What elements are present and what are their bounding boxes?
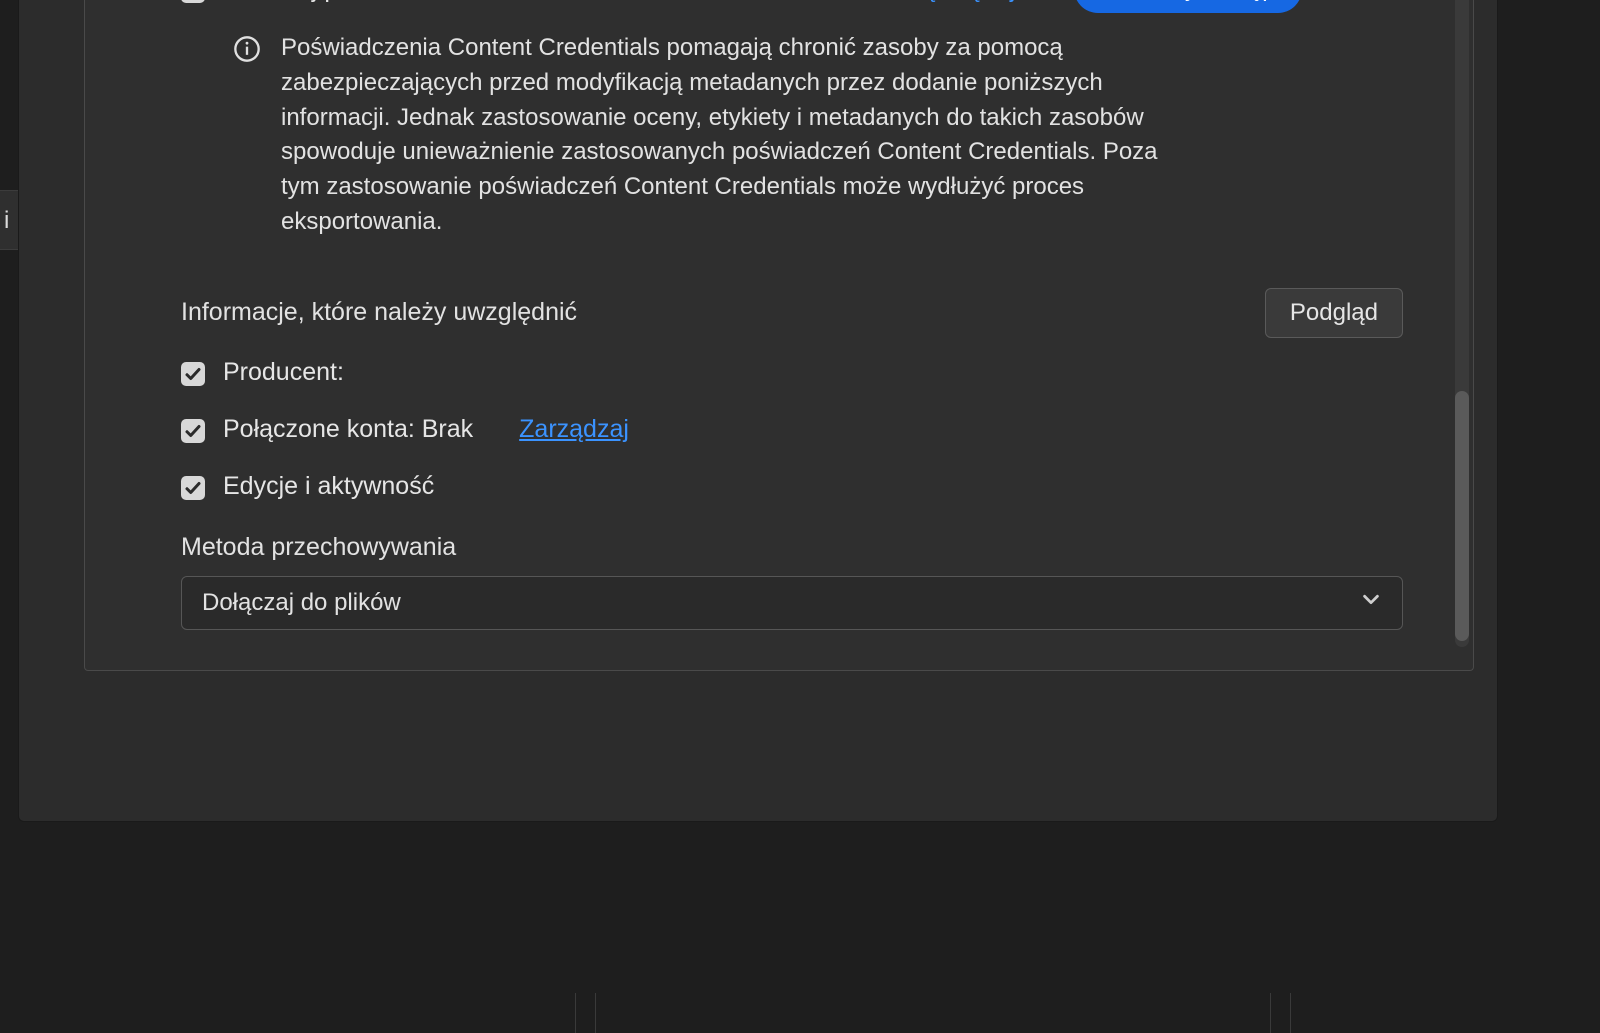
apply-row: Zastosuj poświadczenia Content Credentia… [181,0,1433,13]
linked-accounts-checkbox[interactable] [181,419,205,443]
manage-link[interactable]: Zarządzaj [519,415,629,444]
include-header: Informacje, które należy uwzględnić [181,298,577,327]
preview-button[interactable]: Podgląd [1265,288,1403,338]
include-checklist: Producent: Połączone konta: Brak Zarządz… [125,358,1433,507]
apply-checkbox[interactable] [181,0,205,3]
info-text: Poświadczenia Content Credentials pomaga… [281,31,1173,240]
linked-accounts-label: Połączone konta: Brak [223,415,473,444]
include-header-row: Informacje, które należy uwzględnić Podg… [181,288,1433,338]
learn-more-link[interactable]: Dowiedz się więcej [804,0,1015,4]
edits-label: Edycje i aktywność [223,472,434,501]
producer-row: Producent: [181,358,1433,387]
apply-label: Zastosuj poświadczenia Content Credentia… [223,0,716,4]
producer-label: Producent: [223,358,344,387]
background-dividers [0,823,1600,1033]
info-icon [233,35,261,63]
storage-method-label: Metoda przechowywania [181,533,1433,562]
linked-accounts-row: Połączone konta: Brak Zarządzaj [181,415,1433,444]
edits-checkbox[interactable] [181,476,205,500]
storage-method-value: Dołączaj do plików [202,589,401,617]
chevron-down-icon [1360,588,1382,617]
info-block: Poświadczenia Content Credentials pomaga… [233,31,1173,240]
storage-method-dropdown[interactable]: Dołączaj do plików [181,576,1403,630]
content-credentials-section: Content Credentials Zastosuj poświadczen… [85,0,1473,660]
producer-checkbox[interactable] [181,362,205,386]
early-access-badge: Wczesny dostęp [1074,0,1302,13]
edits-row: Edycje i aktywność [181,472,1433,501]
settings-panel: Content Credentials Zastosuj poświadczen… [84,0,1474,671]
export-dialog: Content Credentials Zastosuj poświadczen… [18,0,1498,822]
